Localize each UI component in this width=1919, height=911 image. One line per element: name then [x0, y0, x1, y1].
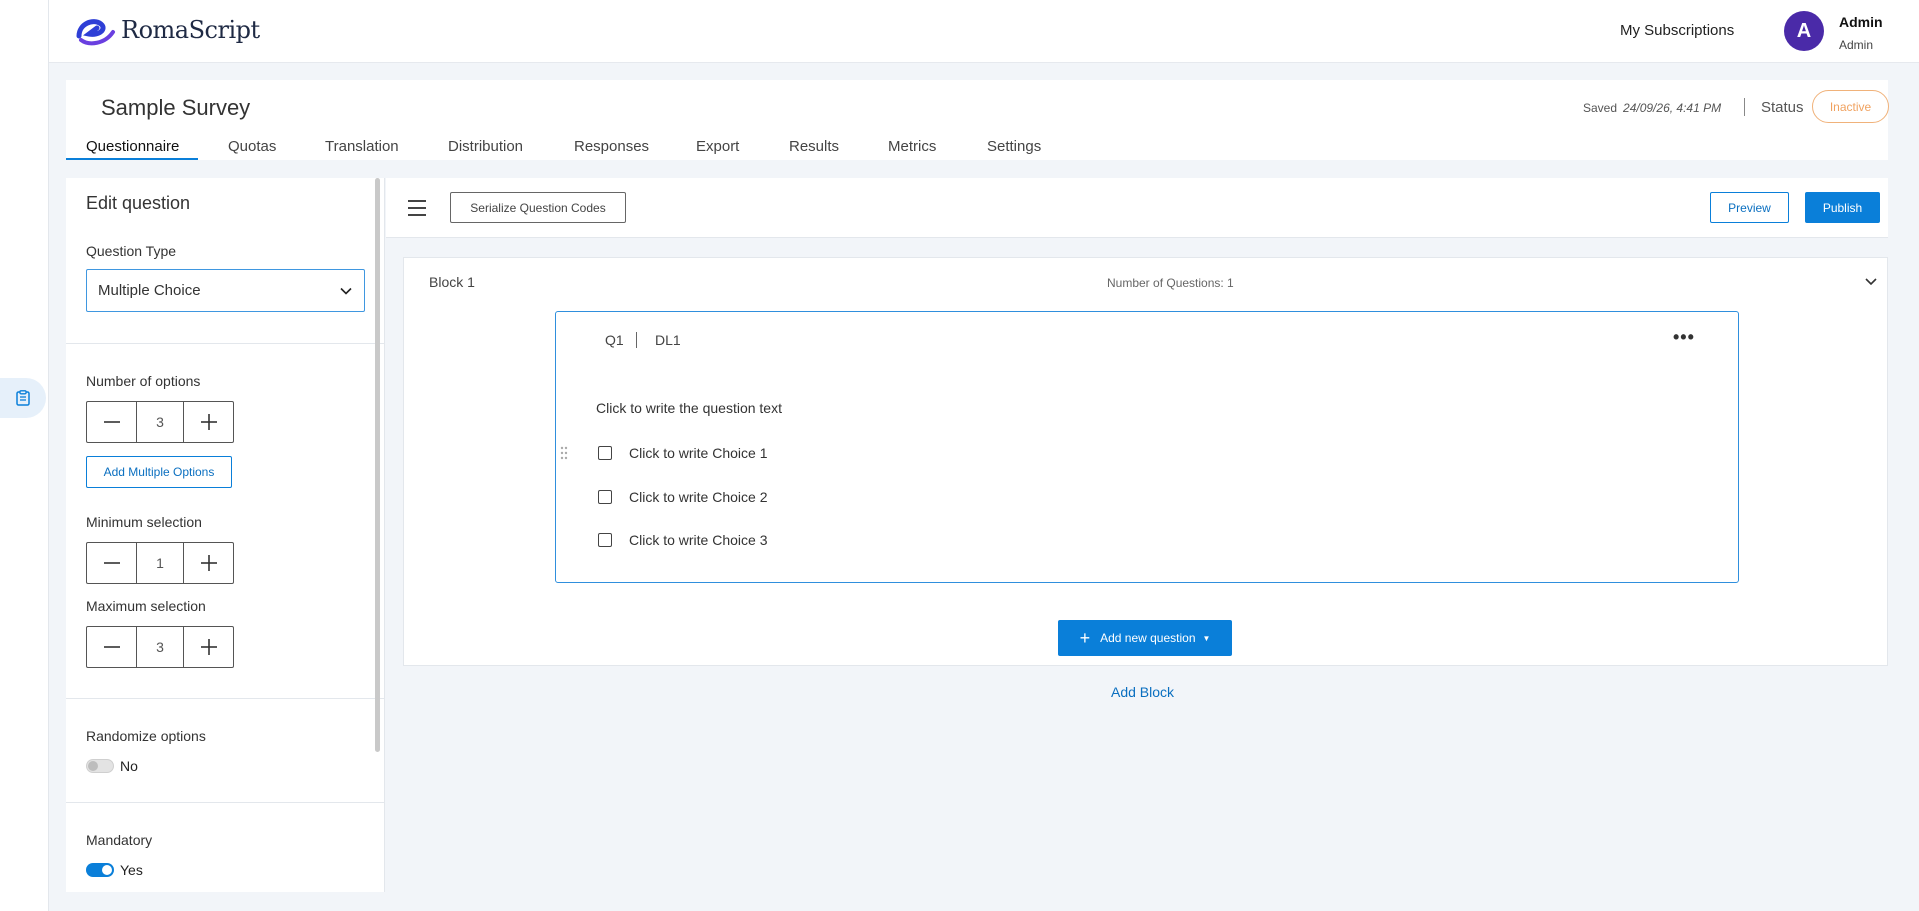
choice-item[interactable]: Click to write Choice 3: [598, 532, 768, 548]
section-divider: [66, 343, 384, 344]
question-text[interactable]: Click to write the question text: [596, 400, 782, 416]
panel-title: Edit question: [86, 193, 191, 213]
logo-mark-icon: [76, 19, 115, 46]
question-count: Number of Questions: 1: [1107, 276, 1234, 290]
question-id: Q1: [605, 332, 624, 348]
serialize-codes-button[interactable]: Serialize Question Codes: [450, 192, 626, 223]
choice-label[interactable]: Click to write Choice 1: [629, 445, 768, 461]
add-new-question-label: Add new question: [1100, 631, 1196, 645]
tab-responses[interactable]: Responses: [574, 138, 649, 155]
edit-question-panel: Edit question Question Type Multiple Cho…: [66, 178, 385, 892]
randomize-value: No: [120, 758, 138, 774]
minus-icon: [103, 646, 120, 648]
caret-down-icon: ▼: [1202, 633, 1211, 643]
left-rail: [0, 0, 49, 911]
decrement-button[interactable]: [87, 543, 136, 583]
user-name: Admin: [1839, 14, 1883, 30]
saved-info: Saved 24/09/26, 4:41 PM: [1583, 101, 1721, 115]
num-options-stepper: 3: [86, 401, 234, 443]
survey-title[interactable]: Sample Survey: [101, 95, 250, 121]
tab-translation[interactable]: Translation: [325, 138, 399, 155]
status-label: Status: [1761, 99, 1804, 116]
tab-metrics[interactable]: Metrics: [888, 138, 936, 155]
question-card[interactable]: Q1 DL1 ••• Click to write the question t…: [555, 311, 1739, 583]
rail-item-questionnaire[interactable]: [0, 378, 46, 418]
user-role: Admin: [1839, 38, 1874, 52]
tab-results[interactable]: Results: [789, 138, 839, 155]
min-selection-value[interactable]: 1: [136, 543, 184, 583]
plus-icon: [200, 639, 217, 655]
decrement-button[interactable]: [87, 627, 136, 667]
question-type-label: Question Type: [86, 243, 177, 259]
top-bar: RomaScript My Subscriptions A Admin Admi…: [49, 0, 1919, 63]
tab-questionnaire[interactable]: Questionnaire: [86, 138, 179, 155]
chevron-down-icon[interactable]: [1863, 273, 1879, 289]
randomize-toggle[interactable]: [86, 759, 114, 773]
status-divider: [1744, 98, 1745, 116]
panel-scrollbar[interactable]: [375, 178, 380, 752]
tab-settings[interactable]: Settings: [987, 138, 1041, 155]
section-divider: [66, 698, 384, 699]
tab-export[interactable]: Export: [696, 138, 739, 155]
choice-label[interactable]: Click to write Choice 2: [629, 489, 768, 505]
minus-icon: [103, 562, 120, 564]
plus-icon: [200, 555, 217, 571]
checkbox[interactable]: [598, 533, 612, 547]
add-new-question-button[interactable]: + Add new question ▼: [1058, 620, 1232, 656]
question-block: Block 1 Number of Questions: 1 Q1 DL1 ••…: [403, 257, 1888, 666]
tab-distribution[interactable]: Distribution: [448, 138, 523, 155]
min-selection-label: Minimum selection: [86, 514, 202, 530]
plus-icon: [200, 414, 217, 430]
tab-quotas[interactable]: Quotas: [228, 138, 276, 155]
add-multiple-options-button[interactable]: Add Multiple Options: [86, 456, 232, 488]
minus-icon: [103, 421, 120, 423]
status-badge[interactable]: Inactive: [1812, 90, 1889, 123]
menu-icon[interactable]: [408, 200, 426, 216]
logo-text: RomaScript: [121, 16, 260, 44]
num-options-label: Number of options: [86, 373, 201, 389]
randomize-label: Randomize options: [86, 728, 206, 744]
block-title[interactable]: Block 1: [429, 274, 475, 290]
publish-button[interactable]: Publish: [1805, 192, 1880, 223]
max-selection-label: Maximum selection: [86, 598, 206, 614]
mandatory-label: Mandatory: [86, 832, 153, 848]
avatar[interactable]: A: [1784, 11, 1824, 51]
choice-label[interactable]: Click to write Choice 3: [629, 532, 768, 548]
increment-button[interactable]: [184, 543, 233, 583]
decrement-button[interactable]: [87, 402, 136, 442]
question-type-select[interactable]: Multiple Choice: [86, 269, 365, 312]
choice-item[interactable]: Click to write Choice 1: [598, 445, 768, 461]
mandatory-value: Yes: [120, 862, 143, 878]
checkbox[interactable]: [598, 490, 612, 504]
my-subscriptions-link[interactable]: My Subscriptions: [1620, 22, 1734, 39]
more-options-icon[interactable]: •••: [1673, 327, 1695, 348]
saved-time: 24/09/26, 4:41 PM: [1623, 101, 1722, 115]
mandatory-toggle[interactable]: [86, 863, 114, 877]
increment-button[interactable]: [184, 402, 233, 442]
editor-toolbar: Serialize Question Codes Preview Publish: [386, 178, 1888, 238]
chevron-down-icon: [340, 287, 352, 295]
choice-item[interactable]: Click to write Choice 2: [598, 489, 768, 505]
clipboard-icon: [16, 390, 30, 406]
drag-handle-icon[interactable]: [559, 445, 569, 461]
survey-header: Sample Survey Saved 24/09/26, 4:41 PM Sta…: [66, 80, 1889, 160]
active-tab-indicator: [66, 158, 198, 160]
checkbox[interactable]: [598, 446, 612, 460]
section-divider: [66, 802, 384, 803]
plus-icon: +: [1079, 627, 1091, 648]
max-selection-value[interactable]: 3: [136, 627, 184, 667]
question-id-divider: [636, 332, 637, 348]
min-selection-stepper: 1: [86, 542, 234, 584]
max-selection-stepper: 3: [86, 626, 234, 668]
increment-button[interactable]: [184, 627, 233, 667]
preview-button[interactable]: Preview: [1710, 192, 1789, 223]
add-block-link[interactable]: Add Block: [1111, 684, 1174, 700]
question-type-value: Multiple Choice: [98, 282, 201, 299]
question-code[interactable]: DL1: [655, 332, 681, 348]
saved-label: Saved: [1583, 101, 1618, 115]
num-options-value[interactable]: 3: [136, 402, 184, 442]
app-logo[interactable]: RomaScript: [75, 14, 260, 46]
